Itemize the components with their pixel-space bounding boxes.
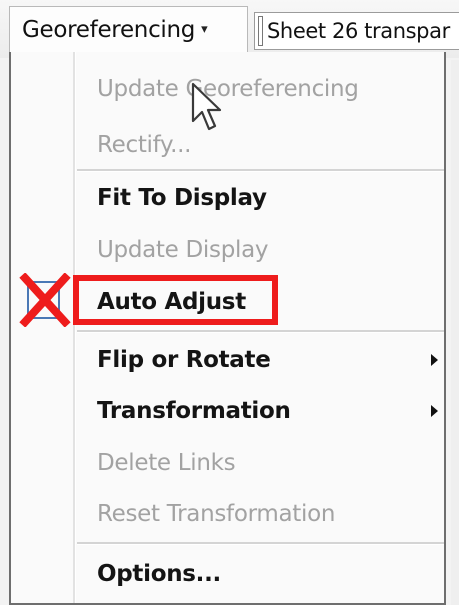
chevron-down-icon: ▾ [201, 22, 208, 37]
menu-item-transformation[interactable]: Transformation [11, 386, 444, 436]
mouse-pointer-icon [191, 82, 222, 131]
auto-adjust-highlight-box [73, 275, 278, 325]
layer-combo-value: Sheet 26 transpar [267, 19, 450, 43]
screenshot-stage: Georeferencing ▾ Sheet 26 transpar Updat… [0, 0, 459, 605]
submenu-arrow-icon [431, 354, 438, 366]
menu-separator [77, 330, 444, 333]
menu-item-label: Delete Links [97, 450, 236, 476]
submenu-arrow-icon [431, 405, 438, 417]
georeferencing-menu-button[interactable]: Georeferencing ▾ [9, 6, 248, 52]
menu-item-label: Reset Transformation [97, 501, 336, 527]
menu-item-label: Fit To Display [97, 185, 267, 211]
menu-separator [77, 542, 444, 545]
menu-item-label: Transformation [97, 398, 291, 424]
menu-item-delete-links[interactable]: Delete Links [11, 438, 444, 488]
menu-item-label: Flip or Rotate [97, 347, 271, 373]
window-edge [451, 60, 459, 605]
georeferencing-toolbar: Georeferencing ▾ Sheet 26 transpar [0, 0, 459, 58]
menu-item-label: Update Georeferencing [97, 76, 359, 102]
menu-item-fit-to-display[interactable]: Fit To Display [11, 173, 444, 223]
layer-combo-box[interactable]: Sheet 26 transpar [254, 12, 459, 50]
menu-item-update-georeferencing[interactable]: Update Georeferencing [11, 64, 444, 114]
menu-item-update-display[interactable]: Update Display [11, 225, 444, 275]
menu-item-label: Rectify... [97, 132, 192, 158]
menu-separator [77, 169, 444, 172]
menu-item-options[interactable]: Options... [11, 549, 444, 599]
red-x-icon [19, 273, 71, 327]
combo-left-edge [258, 16, 263, 46]
menu-item-flip-or-rotate[interactable]: Flip or Rotate [11, 335, 444, 385]
menu-item-label: Update Display [97, 237, 269, 263]
menu-item-reset-transformation[interactable]: Reset Transformation [11, 489, 444, 539]
menu-item-rectify[interactable]: Rectify... [11, 120, 444, 170]
menu-item-label: Options... [97, 561, 221, 587]
georeferencing-label: Georeferencing [22, 16, 196, 43]
georeferencing-dropdown-menu: Update Georeferencing Rectify... Fit To … [9, 52, 446, 605]
